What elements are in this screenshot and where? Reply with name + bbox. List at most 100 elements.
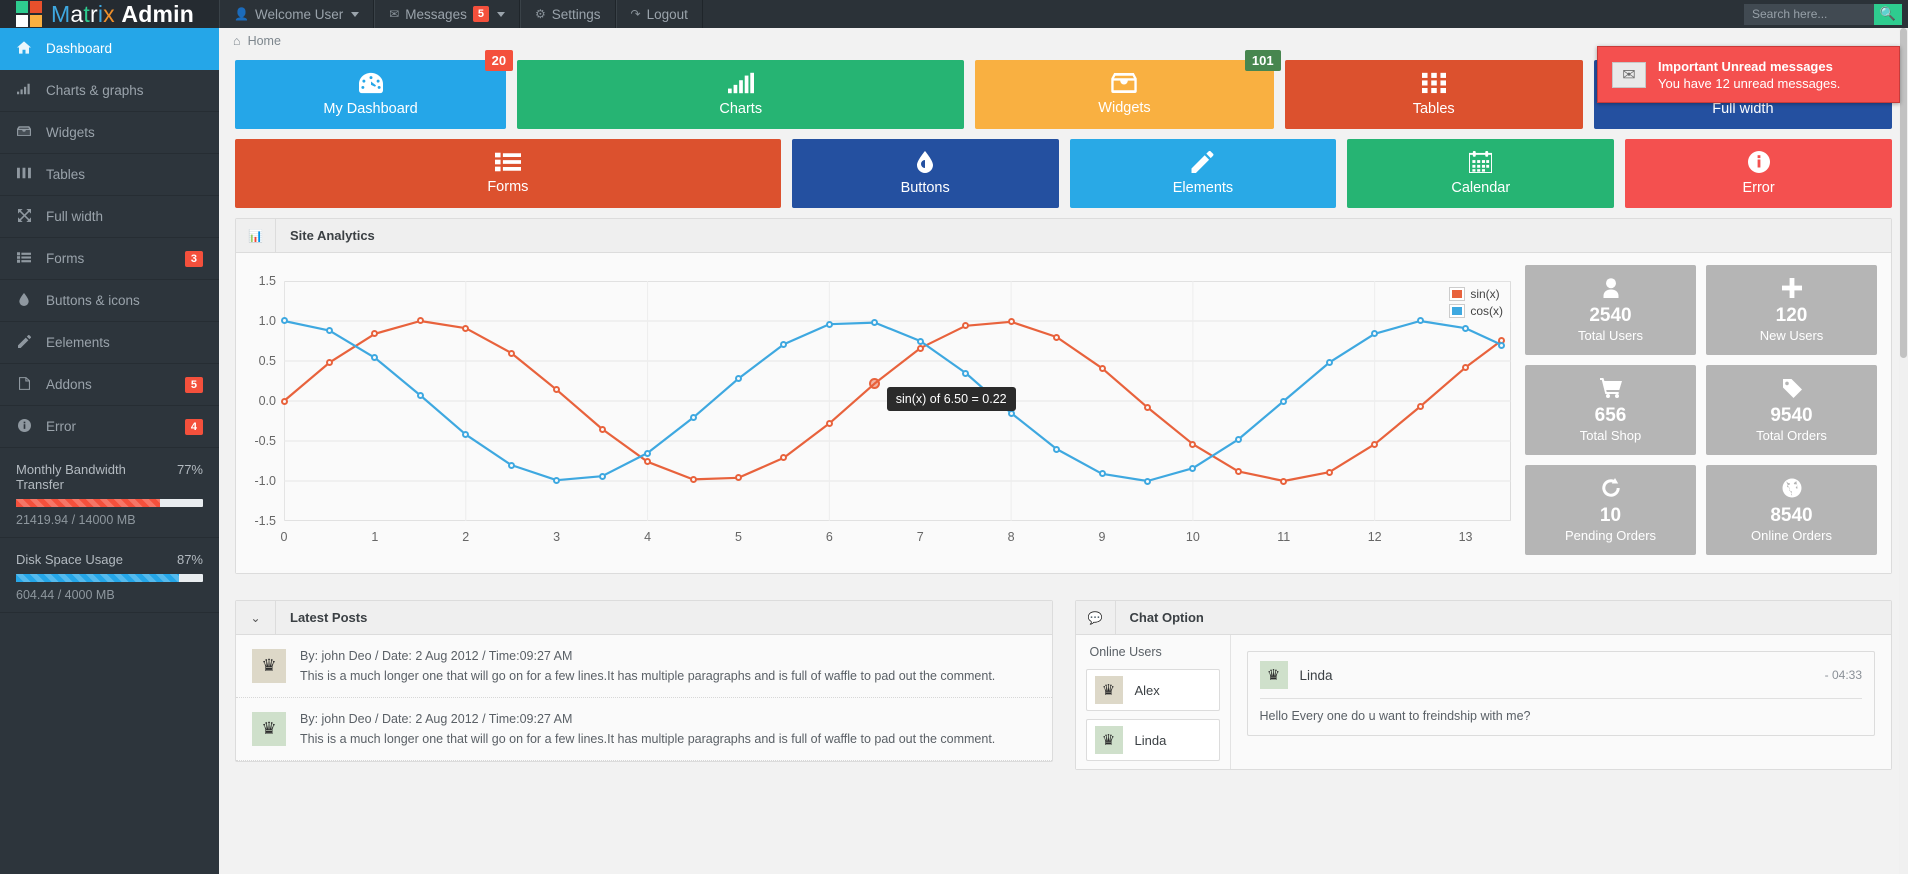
stat-tile-total-orders[interactable]: 9540 Total Orders [1706, 365, 1877, 455]
stat-tile-total-shop[interactable]: 656 Total Shop [1525, 365, 1696, 455]
tile-error[interactable]: Error [1625, 139, 1892, 208]
nav-item-messages[interactable]: ✉ Messages 5 [374, 0, 520, 28]
disk-space-meter: Disk Space Usage 87% 604.44 / 4000 MB [0, 538, 219, 613]
chart-point [1098, 470, 1106, 478]
stat-label: Online Orders [1751, 527, 1832, 543]
chart-point [416, 391, 424, 399]
search-button[interactable]: 🔍 [1874, 3, 1902, 25]
stat-value: 10 [1599, 504, 1622, 526]
meter-sub-label: 604.44 / 4000 MB [16, 588, 115, 602]
legend-label-sin: sin(x) [1470, 287, 1500, 301]
chart-point [689, 475, 697, 483]
scrollbar-thumb[interactable] [1900, 28, 1907, 358]
sidebar-item-addons[interactable]: Addons 5 [0, 364, 219, 406]
calendar-icon [1468, 151, 1494, 177]
chart-point [462, 324, 470, 332]
logout-icon: ↷ [630, 7, 641, 21]
messages-badge: 5 [472, 6, 489, 22]
stat-value: 2540 [1589, 304, 1632, 326]
tile-label: Widgets [1098, 100, 1151, 116]
chart-point [325, 327, 333, 335]
droplet-icon [16, 292, 32, 309]
sidebar-item-charts-graphs[interactable]: Charts & graphs [0, 70, 219, 112]
tile-forms[interactable]: Forms [235, 139, 781, 208]
stat-tile-pending-orders[interactable]: 10 Pending Orders [1525, 465, 1696, 555]
page-scrollbar[interactable] [1899, 28, 1908, 874]
toast-text: Important Unread messages You have 12 un… [1658, 59, 1840, 91]
chevron-down-icon[interactable]: ⌄ [236, 601, 276, 634]
post-text: This is a much longer one that will go o… [300, 732, 996, 746]
chart-plot-area: sin(x) cos(x) sin(x) of 6.50 = 0.22 1.5 1… [254, 274, 1511, 544]
sidebar-item-error[interactable]: Error 4 [0, 406, 219, 448]
chart-point [325, 359, 333, 367]
stat-tile-new-users[interactable]: 120 New Users [1706, 265, 1877, 355]
sidebar-item-tables[interactable]: Tables [0, 154, 219, 196]
online-users-column: Online Users ♛ Alex ♛ Linda [1076, 635, 1231, 769]
nav-item-logout[interactable]: ↷ Logout [615, 0, 703, 28]
avatar: ♛ [1094, 726, 1123, 754]
sidebar-item-dashboard[interactable]: Dashboard [0, 28, 219, 70]
bar-chart-icon: 📊 [236, 219, 276, 252]
chart-point [916, 344, 924, 352]
top-nav-items: 👤 Welcome User ✉ Messages 5 ⚙ Settings ↷… [219, 0, 703, 28]
nav-item-welcome-user[interactable]: 👤 Welcome User [219, 0, 375, 28]
post-meta: By: john Deo / Date: 2 Aug 2012 / Time:0… [300, 712, 573, 726]
tile-buttons[interactable]: Buttons [791, 139, 1059, 208]
brand-logo[interactable]: Matrix Admin [0, 0, 219, 28]
stat-tile-total-users[interactable]: 2540 Total Users [1525, 265, 1696, 355]
nav-item-label: Logout [646, 6, 688, 22]
chart-point [1234, 435, 1242, 443]
search-input[interactable] [1744, 3, 1874, 25]
table-icon [16, 167, 32, 182]
stat-tile-online-orders[interactable]: 8540 Online Orders [1706, 465, 1877, 555]
chart-point [689, 414, 697, 422]
content-area: My Dashboard 20 Charts Widgets 101 Tables Full… [219, 50, 1908, 770]
sidebar-item-label: Buttons & icons [46, 293, 140, 308]
chart-point [1371, 440, 1379, 448]
tile-charts[interactable]: Charts [517, 60, 965, 129]
sidebar: Dashboard Charts & graphs Widgets Tables Ful… [0, 28, 219, 874]
tile-widgets[interactable]: Widgets 101 [975, 50, 1281, 129]
legend-swatch-sin [1449, 287, 1466, 301]
shortcut-tiles-row-2: Forms Buttons Elements Calendar Error [235, 139, 1892, 208]
sin-cos-chart[interactable]: sin(x) cos(x) sin(x) of 6.50 = 0.22 1.5 1… [250, 265, 1511, 555]
sidebar-item-forms[interactable]: Forms 3 [0, 238, 219, 280]
sidebar-item-eelements[interactable]: Eelements [0, 322, 219, 364]
x-axis-tick-label: 3 [553, 530, 561, 544]
stat-label: Total Orders [1756, 427, 1827, 443]
sidebar-item-widgets[interactable]: Widgets [0, 112, 219, 154]
online-user-item[interactable]: ♛ Linda [1085, 719, 1220, 761]
chart-point [962, 369, 970, 377]
post-item: ♛ By: john Deo / Date: 2 Aug 2012 / Time:… [236, 635, 1052, 698]
chart-point [280, 397, 288, 405]
chart-point [1007, 318, 1015, 326]
bar-chart-icon [16, 83, 32, 98]
chat-body: Online Users ♛ Alex ♛ Linda ♛ Linda - 04:33 He… [1075, 635, 1891, 769]
chart-tooltip: sin(x) of 6.50 = 0.22 [886, 387, 1016, 412]
latest-posts-column: ⌄ Latest Posts ♛ By: john Deo / Date: 2 A… [235, 600, 1053, 770]
brand-letter: a [70, 0, 84, 27]
avatar: ♛ [252, 712, 286, 746]
chart-point [1498, 341, 1506, 349]
sidebar-item-buttons-icons[interactable]: Buttons & icons [0, 280, 219, 322]
tile-calendar[interactable]: Calendar [1347, 139, 1615, 208]
nav-item-settings[interactable]: ⚙ Settings [519, 0, 616, 28]
meter-sub-label: 21419.94 / 14000 MB [16, 513, 136, 527]
tile-label: Full width [1712, 101, 1774, 117]
sidebar-item-label: Full width [46, 209, 104, 224]
droplet-icon [917, 151, 934, 177]
info-icon [16, 418, 32, 435]
unread-messages-toast[interactable]: ✉ Important Unread messages You have 12 … [1597, 46, 1900, 103]
tile-tables[interactable]: Tables [1284, 60, 1583, 129]
sidebar-item-full-width[interactable]: Full width [0, 196, 219, 238]
sidebar-item-badge: 4 [184, 418, 203, 435]
tile-my-dashboard[interactable]: My Dashboard 20 [235, 50, 514, 129]
online-user-item[interactable]: ♛ Alex [1085, 669, 1220, 711]
chat-messages-list: ♛ Linda - 04:33 Hello Every one do u want t… [1246, 651, 1875, 736]
chart-point [1462, 363, 1470, 371]
crown-icon: ♛ [1101, 682, 1116, 699]
avatar: ♛ [1259, 661, 1288, 689]
online-users-title: Online Users [1089, 645, 1162, 659]
meter-track [16, 574, 203, 582]
tile-elements[interactable]: Elements [1069, 139, 1337, 208]
